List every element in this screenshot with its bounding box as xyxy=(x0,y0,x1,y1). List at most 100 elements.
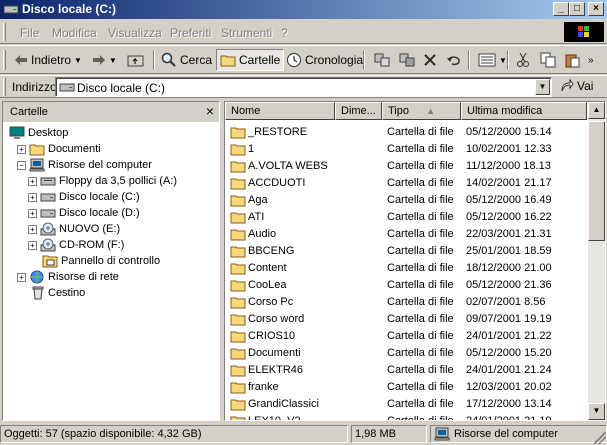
minimize-button[interactable]: _ xyxy=(553,2,569,16)
go-label: Vai xyxy=(577,79,594,93)
menu-modifica[interactable]: Modifica xyxy=(52,26,97,40)
tree-item[interactable]: + Disco locale (D:) xyxy=(28,205,140,221)
file-type: Cartella di file xyxy=(387,262,454,274)
tree-item[interactable]: + CD-ROM (F:) xyxy=(28,237,124,253)
tree-item[interactable]: + Documenti xyxy=(17,141,101,157)
search-button[interactable]: Cerca xyxy=(158,49,215,71)
file-row[interactable]: _RESTORE Cartella di file 05/12/2000 15.14 xyxy=(225,124,587,141)
file-row[interactable]: Audio Cartella di file 22/03/2001 21.31 xyxy=(225,226,587,243)
tree-item[interactable]: Desktop xyxy=(6,125,68,141)
menu-visualizza[interactable]: Visualizza xyxy=(108,26,162,40)
file-row[interactable]: ATI Cartella di file 05/12/2000 16.22 xyxy=(225,209,587,226)
copy-button[interactable] xyxy=(537,49,559,71)
delete-button[interactable] xyxy=(420,49,440,71)
tree-item[interactable]: Pannello di controllo xyxy=(28,253,160,269)
tree-item[interactable]: + Risorse di rete xyxy=(17,269,119,285)
scissors-icon xyxy=(517,52,529,67)
title-bar[interactable]: Disco locale (C:) _ □ × xyxy=(0,0,607,19)
menu-file[interactable]: File xyxy=(20,26,39,40)
control-panel-icon xyxy=(42,254,58,268)
expand-icon[interactable]: + xyxy=(17,144,26,154)
file-row[interactable]: Content Cartella di file 18/12/2000 21.00 xyxy=(225,260,587,277)
file-row[interactable]: franke Cartella di file 12/03/2001 20.02 xyxy=(225,379,587,396)
cut-button[interactable] xyxy=(513,49,533,71)
history-button[interactable]: Cronologia xyxy=(283,49,366,71)
up-folder-icon xyxy=(127,55,144,67)
back-dropdown-icon[interactable]: ▼ xyxy=(74,56,82,65)
resize-grip[interactable] xyxy=(594,432,606,444)
cdrom-icon xyxy=(40,238,56,252)
maximize-button[interactable]: □ xyxy=(569,2,585,16)
file-row[interactable]: Documenti Cartella di file 05/12/2000 15.2… xyxy=(225,345,587,362)
views-dropdown-icon[interactable]: ▼ xyxy=(499,56,507,65)
paste-button[interactable] xyxy=(561,49,583,71)
forward-dropdown-icon[interactable]: ▼ xyxy=(109,56,117,65)
file-row[interactable]: LEX10_V2 Cartella di file 24/01/2001 21.19 xyxy=(225,413,587,420)
back-button[interactable]: Indietro ▼ xyxy=(11,49,85,71)
menu-strumenti[interactable]: Strumenti xyxy=(221,26,272,40)
up-folder-button[interactable] xyxy=(124,49,148,71)
file-type: Cartella di file xyxy=(387,177,454,189)
go-button[interactable]: Vai xyxy=(560,79,593,93)
expand-icon[interactable]: + xyxy=(17,272,26,282)
address-input[interactable]: Disco locale (C:) ▼ xyxy=(55,77,552,97)
expand-icon[interactable]: + xyxy=(28,208,37,218)
more-toolbar-button[interactable]: » xyxy=(585,49,597,71)
file-row[interactable]: GrandiClassici Cartella di file 17/12/2000… xyxy=(225,396,587,413)
undo-button[interactable] xyxy=(443,49,465,71)
scroll-down-button[interactable]: ▼ xyxy=(588,403,605,420)
tree-item[interactable]: + Floppy da 3,5 pollici (A:) xyxy=(28,173,177,189)
file-row[interactable]: BBCENG Cartella di file 25/01/2001 18.59 xyxy=(225,243,587,260)
folder-pane-close-icon[interactable]: × xyxy=(206,103,214,119)
column-header-size[interactable]: Dime... xyxy=(335,102,382,120)
collapse-icon[interactable]: − xyxy=(17,160,26,170)
tree-item[interactable]: + NUOVO (E:) xyxy=(28,221,120,237)
menu-preferiti[interactable]: Preferiti xyxy=(170,26,211,40)
scroll-thumb[interactable] xyxy=(588,121,605,241)
move-to-button[interactable] xyxy=(370,49,394,71)
menu-grip[interactable] xyxy=(3,23,6,41)
folders-icon xyxy=(220,55,236,67)
column-header-modified[interactable]: Ultima modifica xyxy=(461,102,587,120)
expand-icon[interactable]: + xyxy=(28,240,37,250)
menu-help[interactable]: ? xyxy=(281,26,288,40)
expand-icon[interactable]: + xyxy=(28,224,37,234)
file-row[interactable]: Corso word Cartella di file 09/07/2001 19.… xyxy=(225,311,587,328)
folders-button[interactable]: Cartelle xyxy=(216,49,285,71)
folder-icon xyxy=(230,364,246,380)
tree-item-label: Risorse di rete xyxy=(48,271,119,283)
tree-item[interactable]: − Risorse del computer xyxy=(17,157,152,173)
file-row[interactable]: Corso Pc Cartella di file 02/07/2001 8.56 xyxy=(225,294,587,311)
search-icon xyxy=(161,52,176,67)
folders-label: Cartelle xyxy=(239,53,281,67)
address-dropdown-button[interactable]: ▼ xyxy=(535,79,550,95)
file-row[interactable]: CooLea Cartella di file 05/12/2000 21.36 xyxy=(225,277,587,294)
copy-to-button[interactable] xyxy=(395,49,419,71)
file-row[interactable]: Aga Cartella di file 05/12/2000 16.49 xyxy=(225,192,587,209)
file-type: Cartella di file xyxy=(387,398,454,410)
expand-icon[interactable]: + xyxy=(28,176,37,186)
vertical-scrollbar[interactable]: ▲ ▼ xyxy=(588,102,605,420)
tree-item-label: Floppy da 3,5 pollici (A:) xyxy=(59,175,177,187)
tree-item-label: Desktop xyxy=(28,127,69,139)
file-row[interactable]: ACCDUOTI Cartella di file 14/02/2001 21.17 xyxy=(225,175,587,192)
status-bar: Oggetti: 57 (spazio disponibile: 4,32 GB… xyxy=(0,423,607,445)
file-row[interactable]: 1 Cartella di file 10/02/2001 12.33 xyxy=(225,141,587,158)
toolbar-grip[interactable] xyxy=(3,50,6,70)
file-row[interactable]: CRIOS10 Cartella di file 24/01/2001 21.22 xyxy=(225,328,587,345)
folder-pane-title: Cartelle xyxy=(10,106,48,118)
forward-button[interactable]: ▼ xyxy=(89,49,120,71)
tree-item[interactable]: + Disco locale (C:) xyxy=(28,189,140,205)
close-button[interactable]: × xyxy=(588,2,604,16)
column-header-type[interactable]: Tipo ▲ xyxy=(382,102,461,120)
column-header-name[interactable]: Nome xyxy=(225,102,335,120)
file-row[interactable]: A.VOLTA WEBS Cartella di file 11/12/2000 1… xyxy=(225,158,587,175)
expand-icon[interactable]: + xyxy=(28,192,37,202)
file-row[interactable]: ELEKTR46 Cartella di file 24/01/2001 21.24 xyxy=(225,362,587,379)
computer-icon xyxy=(434,427,450,441)
views-button[interactable]: ▼ xyxy=(475,49,510,71)
chevron-right-icon: » xyxy=(588,54,594,66)
tree-item[interactable]: Cestino xyxy=(17,285,85,301)
scroll-up-button[interactable]: ▲ xyxy=(588,102,605,119)
address-grip[interactable] xyxy=(3,78,6,96)
